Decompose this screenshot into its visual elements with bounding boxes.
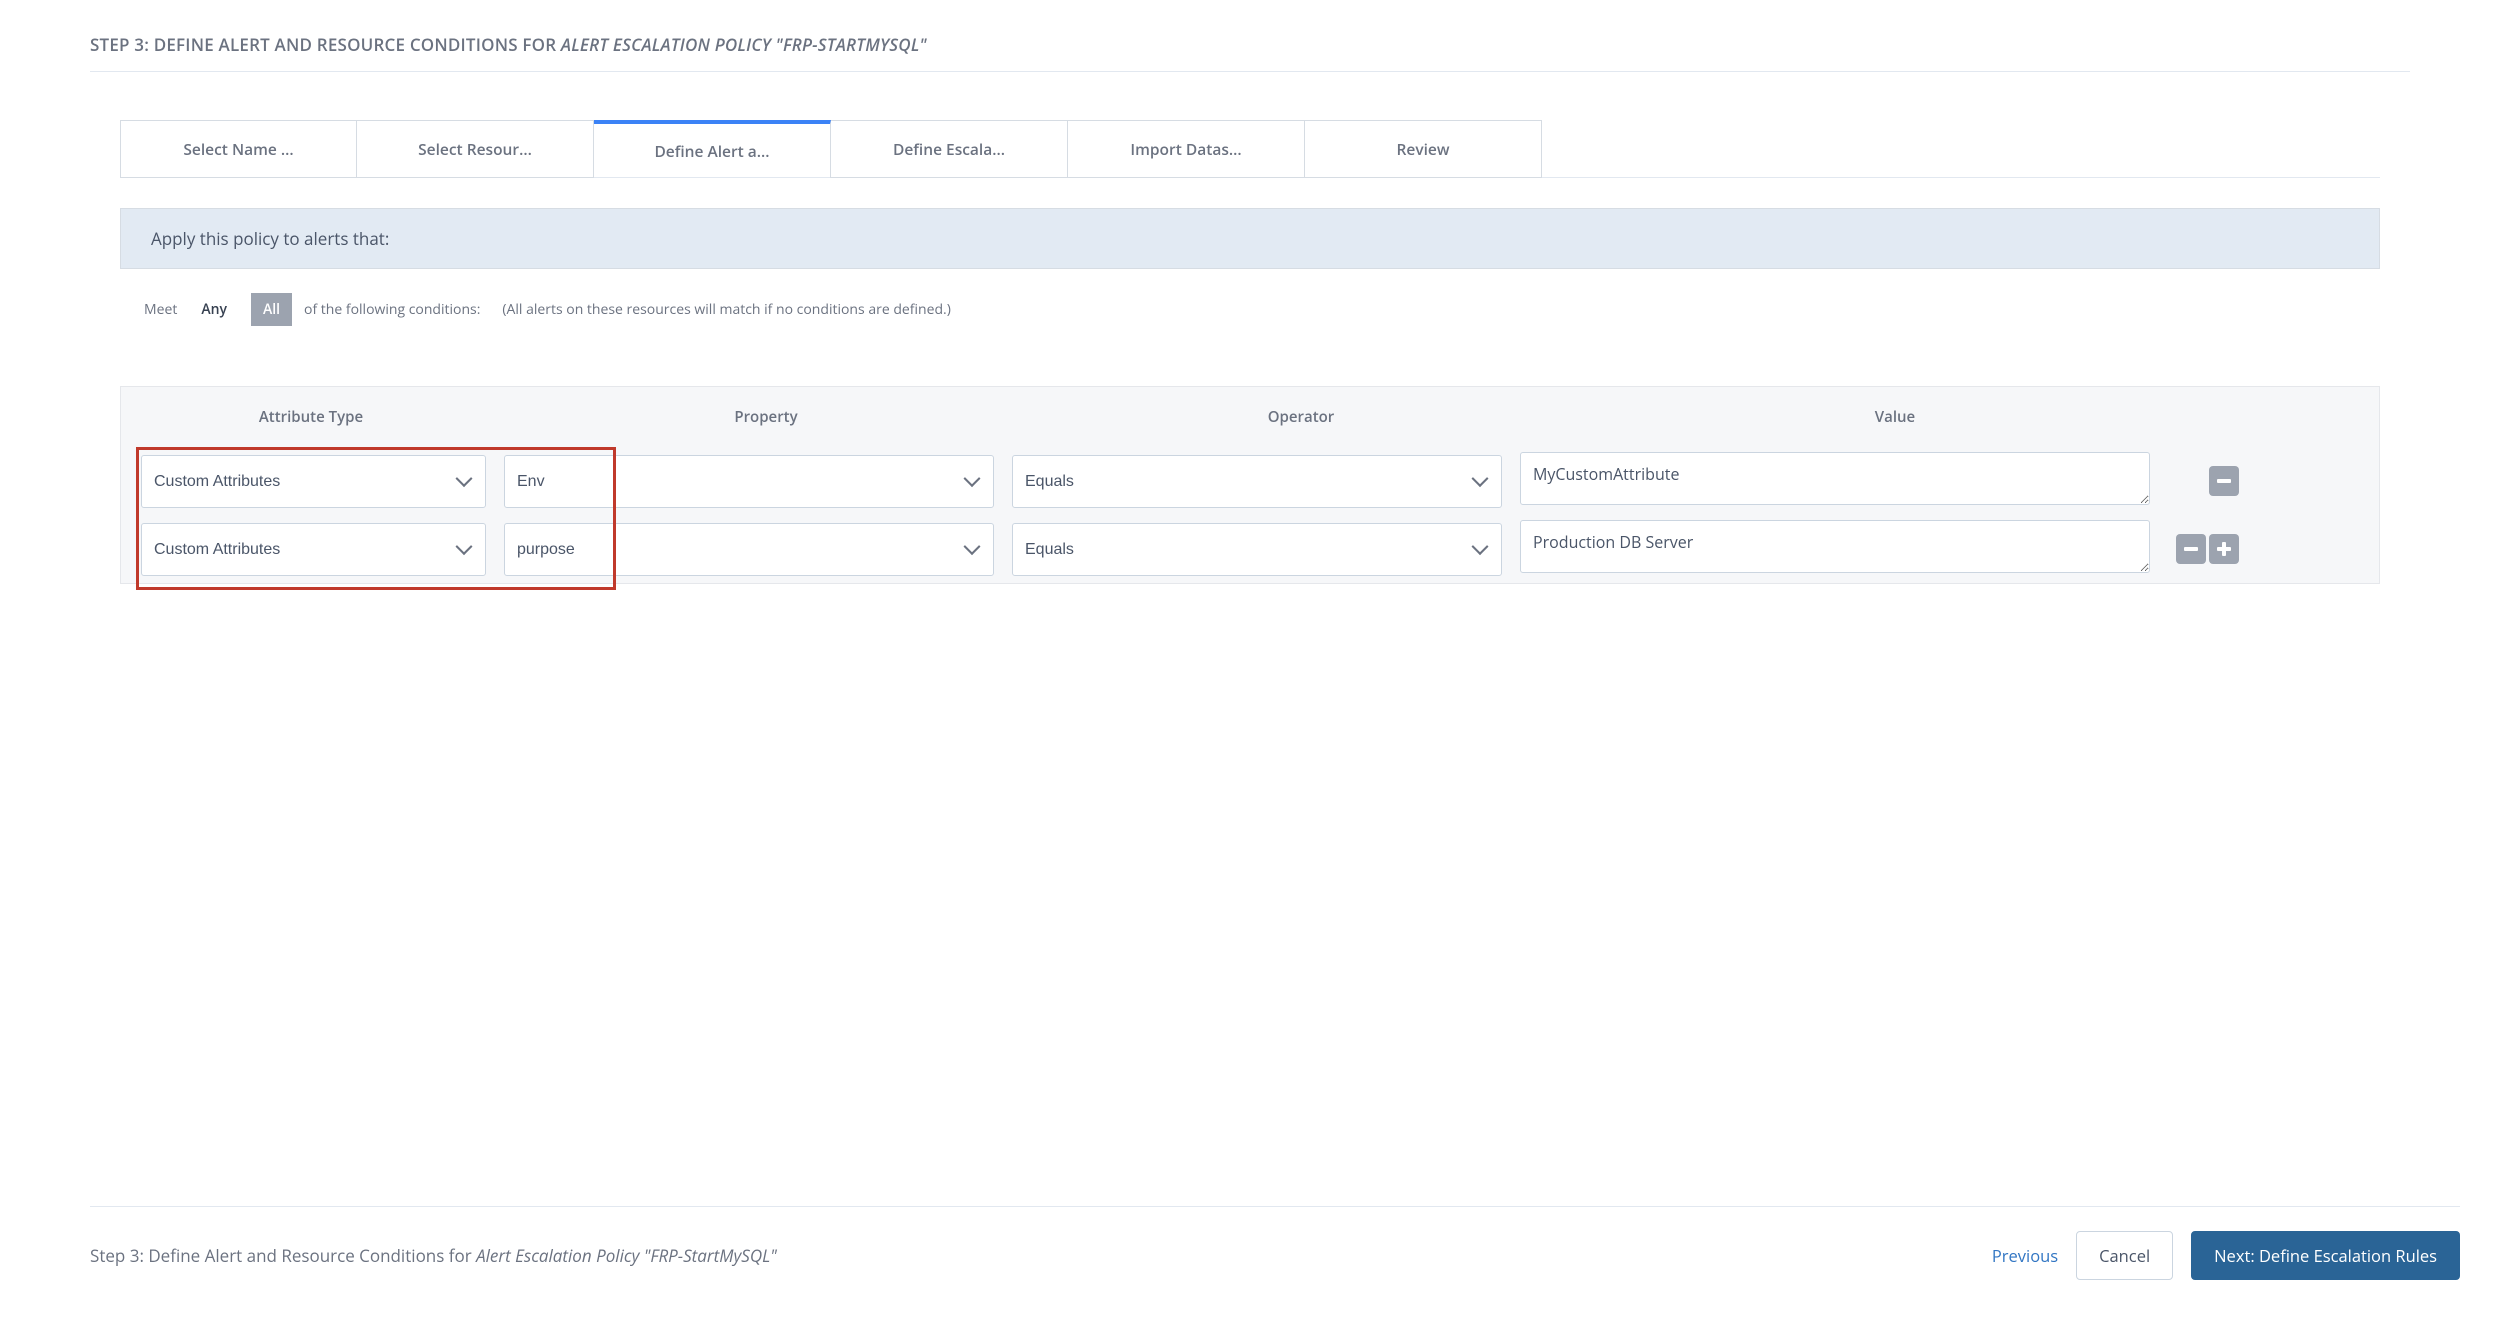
attribute-type-select[interactable]: Custom Attributes xyxy=(141,455,486,508)
table-row: Custom Attributes Env Equals MyCustomAttrib… xyxy=(121,447,2379,515)
page-title: STEP 3: DEFINE ALERT AND RESOURCE CONDIT… xyxy=(90,0,2410,72)
footer-step-prefix: Step 3: Define Alert and Resource Condit… xyxy=(90,1244,476,1267)
minus-icon xyxy=(2217,479,2231,483)
plus-icon xyxy=(2217,542,2231,556)
page-title-policy: ALERT ESCALATION POLICY "FRP-STARTMYSQL" xyxy=(561,33,927,56)
match-any-toggle[interactable]: Any xyxy=(189,293,239,326)
section-banner: Apply this policy to alerts that: xyxy=(120,208,2380,269)
match-rest-label: of the following conditions: xyxy=(304,300,480,319)
conditions-table: Attribute Type Property Operator Value C… xyxy=(120,386,2380,584)
property-select[interactable]: purpose xyxy=(504,523,994,576)
operator-select[interactable]: Equals xyxy=(1012,455,1502,508)
col-value: Value xyxy=(1571,407,2219,427)
value-input[interactable]: MyCustomAttribute xyxy=(1520,452,2150,505)
page-title-prefix: STEP 3: DEFINE ALERT AND RESOURCE CONDIT… xyxy=(90,33,561,56)
col-property: Property xyxy=(501,407,1031,427)
value-input[interactable]: Production DB Server xyxy=(1520,520,2150,573)
add-row-button[interactable] xyxy=(2209,534,2239,564)
tab-step-4[interactable]: Define Escala... xyxy=(831,120,1068,178)
col-operator: Operator xyxy=(1031,407,1571,427)
match-all-toggle[interactable]: All xyxy=(251,293,292,326)
tab-step-1[interactable]: Select Name ... xyxy=(120,120,357,178)
footer-step-policy: Alert Escalation Policy "FRP-StartMySQL" xyxy=(476,1244,777,1267)
wizard-footer: Step 3: Define Alert and Resource Condit… xyxy=(90,1206,2460,1280)
minus-icon xyxy=(2184,547,2198,551)
condition-match-line: Meet Any All of the following conditions… xyxy=(144,293,2380,326)
property-select[interactable]: Env xyxy=(504,455,994,508)
remove-row-button[interactable] xyxy=(2209,466,2239,496)
meet-label: Meet xyxy=(144,300,177,319)
previous-button[interactable]: Previous xyxy=(1992,1244,2058,1267)
attribute-type-select[interactable]: Custom Attributes xyxy=(141,523,486,576)
cancel-button[interactable]: Cancel xyxy=(2076,1231,2173,1280)
tab-step-3[interactable]: Define Alert a... xyxy=(594,120,831,178)
remove-row-button[interactable] xyxy=(2176,534,2206,564)
tab-step-5[interactable]: Import Datas... xyxy=(1068,120,1305,178)
table-header: Attribute Type Property Operator Value xyxy=(121,387,2379,447)
tab-step-2[interactable]: Select Resour... xyxy=(357,120,594,178)
wizard-tabs: Select Name ...Select Resour...Define Al… xyxy=(120,120,2380,178)
match-hint: (All alerts on these resources will matc… xyxy=(502,300,950,319)
col-attribute-type: Attribute Type xyxy=(121,407,501,427)
operator-select[interactable]: Equals xyxy=(1012,523,1502,576)
table-row: Custom Attributes purpose Equals Production… xyxy=(121,515,2379,583)
footer-step-label: Step 3: Define Alert and Resource Condit… xyxy=(90,1244,777,1267)
table-body: Custom Attributes Env Equals MyCustomAttrib… xyxy=(121,447,2379,583)
tab-step-6[interactable]: Review xyxy=(1305,120,1542,178)
next-button[interactable]: Next: Define Escalation Rules xyxy=(2191,1231,2460,1280)
